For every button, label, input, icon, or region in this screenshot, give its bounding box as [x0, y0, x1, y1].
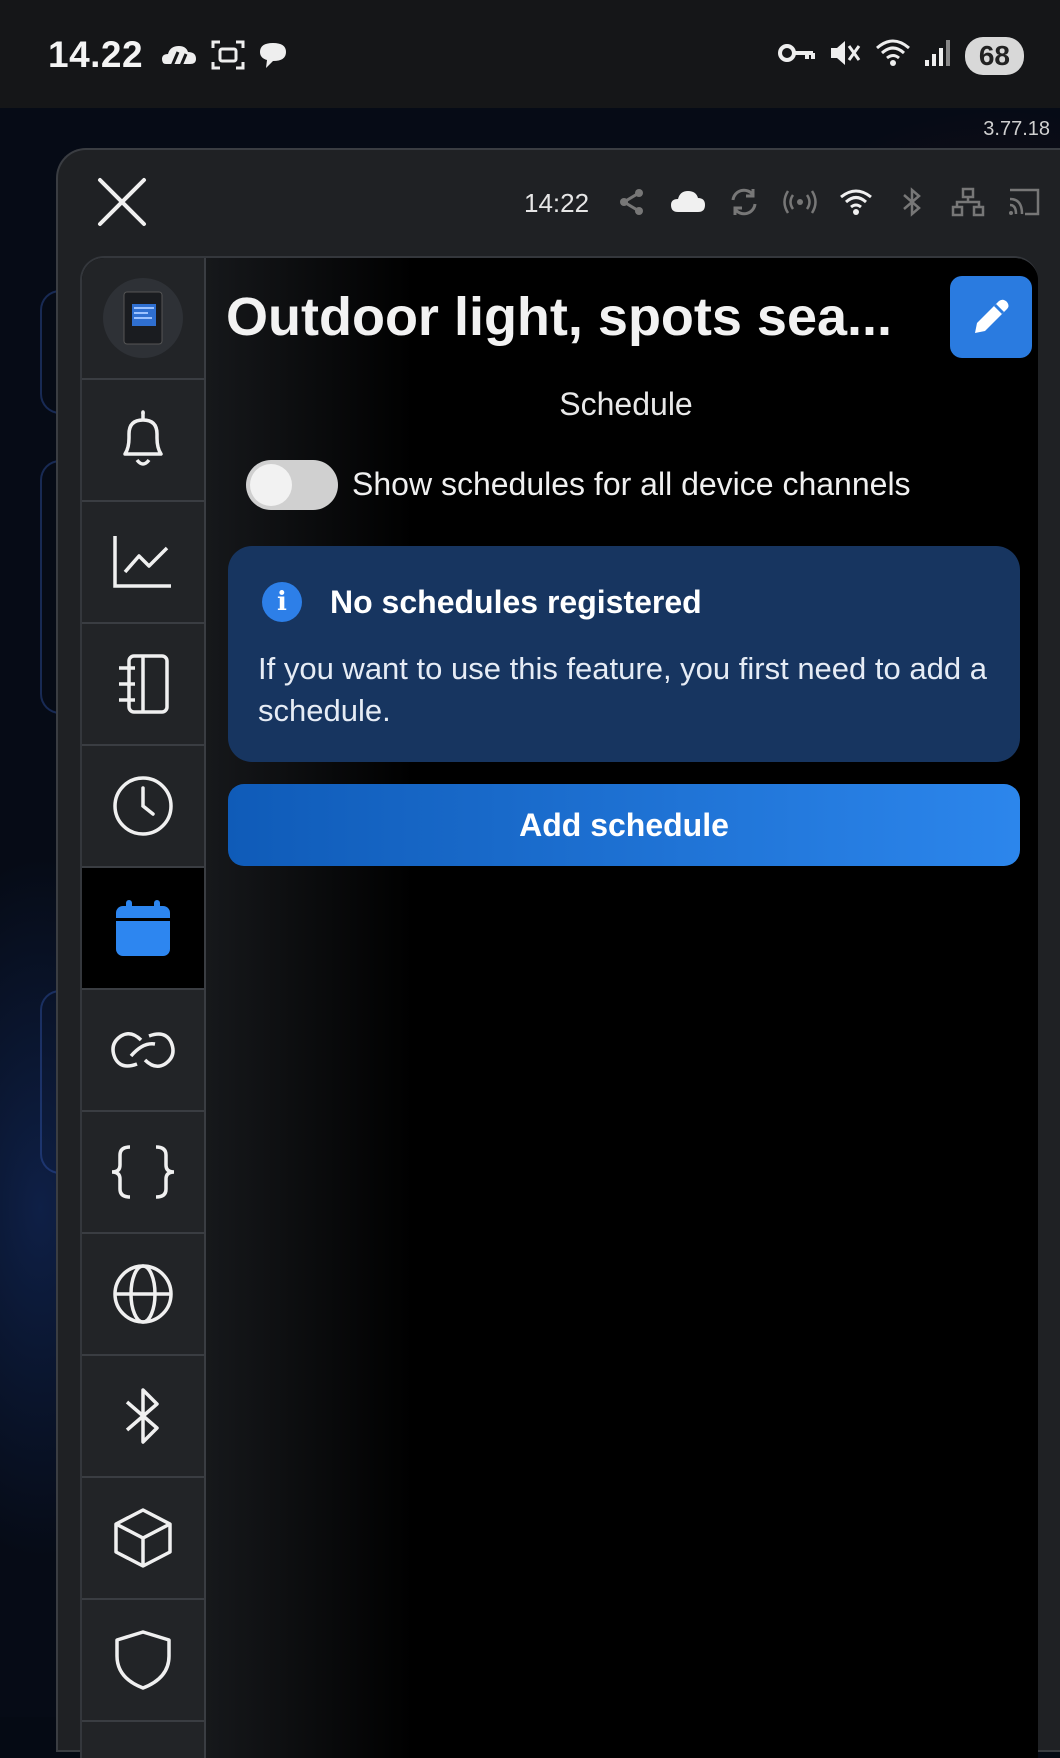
sidebar-item-timers[interactable] [82, 746, 204, 868]
edit-name-button[interactable] [950, 276, 1032, 358]
page-subtitle: Schedule [559, 386, 693, 422]
notebook-icon [119, 654, 169, 714]
share-icon [614, 184, 650, 220]
status-time: 14.22 [48, 34, 144, 75]
wifi-icon [873, 36, 913, 75]
add-schedule-button[interactable]: Add schedule [228, 784, 1020, 866]
chat-icon [256, 38, 290, 77]
chart-icon [113, 536, 171, 588]
info-title: No schedules registered [330, 584, 702, 620]
app-version: 3.77.18 [983, 118, 1050, 140]
bell-icon [123, 410, 163, 466]
clock-icon [113, 776, 173, 836]
sidebar-item-security[interactable] [82, 1600, 204, 1722]
mute-icon [827, 36, 863, 75]
toggle-knob [250, 464, 292, 506]
pencil-icon [975, 299, 1009, 333]
device-time: 14:22 [524, 188, 590, 218]
network-icon [950, 184, 986, 220]
wifi-icon [838, 184, 874, 220]
sidebar-item-statistics[interactable] [82, 502, 204, 624]
calendar-icon [116, 900, 170, 956]
screenshot-icon [210, 38, 246, 77]
weather-icon [160, 38, 200, 77]
sidebar-item-scripts[interactable] [82, 1112, 204, 1234]
signal-icon [923, 36, 955, 75]
sidebar-item-logs[interactable] [82, 624, 204, 746]
bluetooth-icon [125, 1388, 159, 1444]
close-button[interactable] [94, 174, 150, 230]
sidebar-item-device[interactable] [82, 258, 204, 380]
cast-icon [1006, 184, 1042, 220]
globe-icon [113, 1264, 173, 1324]
info-alert: i No schedules registered If you want to… [228, 546, 1020, 762]
info-text: If you want to use this feature, you fir… [258, 651, 987, 728]
sync-icon [726, 184, 762, 220]
toggle-label: Show schedules for all device channels [352, 466, 911, 502]
broadcast-icon [782, 184, 818, 220]
braces-icon [111, 1145, 175, 1199]
bluetooth-icon [894, 184, 930, 220]
device-modal: 14:22 Outdoor light, spots sea... Schedu… [56, 148, 1060, 1758]
key-icon [777, 38, 817, 73]
sidebar-item-network[interactable] [82, 1234, 204, 1356]
device-thumbnail [103, 278, 183, 358]
show-all-channels-toggle[interactable] [246, 460, 338, 510]
close-icon [98, 178, 146, 226]
sidebar-item-bluetooth[interactable] [82, 1356, 204, 1478]
info-icon: i [262, 582, 302, 622]
sidebar-nav [82, 258, 206, 1758]
sidebar-item-actions[interactable] [82, 990, 204, 1112]
cloud-icon [670, 184, 706, 220]
connection-status-icons [614, 184, 1042, 220]
sidebar-item-components[interactable] [82, 1478, 204, 1600]
status-bar: 14.22 68 [0, 0, 1060, 108]
device-title: Outdoor light, spots sea... [226, 287, 893, 347]
sidebar-item-schedule[interactable] [82, 868, 204, 990]
schedule-content: Outdoor light, spots sea... Schedule Sho… [206, 258, 1038, 1758]
shield-icon [115, 1630, 171, 1690]
link-icon [111, 1032, 175, 1068]
sidebar-item-notifications[interactable] [82, 380, 204, 502]
device-panel: Outdoor light, spots sea... Schedule Sho… [80, 256, 1038, 1758]
cube-icon [114, 1508, 172, 1568]
battery-indicator: 68 [964, 36, 1024, 75]
